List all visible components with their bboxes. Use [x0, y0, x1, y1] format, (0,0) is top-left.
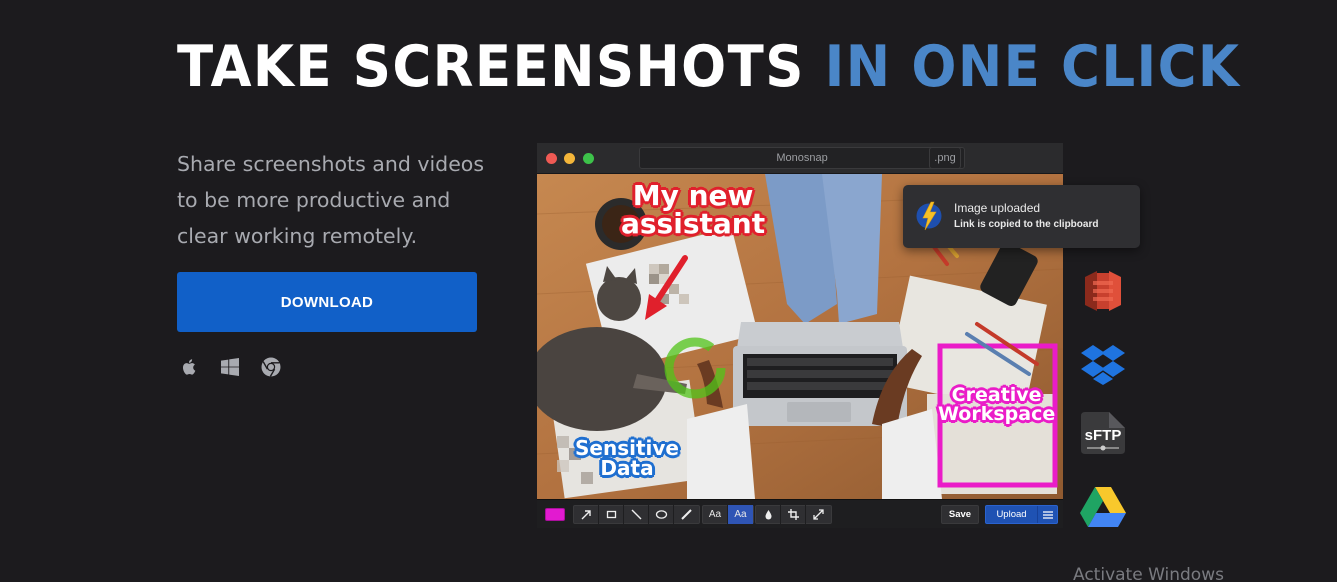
text-tools-group: Aa Aa — [702, 505, 754, 524]
headline-blue-part: IN ONE CLICK — [824, 34, 1241, 100]
upload-menu-icon[interactable] — [1037, 506, 1057, 523]
maximize-window-button[interactable] — [583, 153, 594, 164]
dropbox-icon[interactable] — [1079, 341, 1127, 389]
editor-toolbar: Aa Aa Save Upload — [537, 499, 1063, 528]
minimize-window-button[interactable] — [564, 153, 575, 164]
annotation-sensitive-data: Sensitive Data — [575, 436, 679, 480]
activate-windows-watermark: Activate Windows — [1073, 565, 1224, 582]
notification-title: Image uploaded — [954, 201, 1041, 215]
filename-field[interactable]: Monosnap — [639, 147, 965, 169]
blur-tool-icon[interactable] — [756, 505, 781, 524]
monosnap-lightning-icon — [916, 200, 942, 232]
sftp-label: sFTP — [1085, 427, 1122, 444]
ellipse-tool-icon[interactable] — [649, 505, 674, 524]
windows-icon[interactable] — [219, 356, 241, 378]
line-tool-icon[interactable] — [624, 505, 649, 524]
upload-label: Upload — [996, 509, 1027, 520]
window-titlebar: Monosnap .png — [537, 143, 1063, 174]
shape-tools-group — [573, 505, 700, 524]
text-tool[interactable]: Aa — [703, 505, 728, 524]
extra-tools-group — [755, 505, 832, 524]
resize-tool-icon[interactable] — [806, 505, 831, 524]
platform-icons — [178, 356, 282, 378]
save-button[interactable]: Save — [941, 505, 979, 524]
arrow-tool-icon[interactable] — [574, 505, 599, 524]
annotation-creative-workspace: Creative Workspace — [938, 384, 1056, 425]
notification-subtitle: Link is copied to the clipboard — [954, 219, 1099, 230]
extension-field[interactable]: .png — [929, 147, 961, 169]
page-headline: TAKE SCREENSHOTS IN ONE CLICK — [177, 34, 1240, 100]
amazon-s3-icon[interactable] — [1079, 267, 1127, 315]
tagline: Share screenshots and videos to be more … — [177, 152, 485, 248]
crop-tool-icon[interactable] — [781, 505, 806, 524]
headline-white-part: TAKE SCREENSHOTS — [177, 34, 825, 100]
upload-notification[interactable]: Image uploaded Link is copied to the cli… — [903, 185, 1140, 248]
close-window-button[interactable] — [546, 153, 557, 164]
color-picker[interactable] — [545, 508, 565, 521]
pen-tool-icon[interactable] — [674, 505, 699, 524]
apple-icon[interactable] — [178, 356, 200, 378]
chrome-icon[interactable] — [260, 356, 282, 378]
download-button[interactable]: DOWNLOAD — [177, 272, 477, 332]
sftp-icon[interactable]: sFTP — [1079, 410, 1127, 458]
text-background-tool[interactable]: Aa — [728, 505, 753, 524]
upload-button[interactable]: Upload — [985, 505, 1058, 524]
rectangle-tool-icon[interactable] — [599, 505, 624, 524]
annotation-my-new-assistant: My new assistant — [621, 179, 766, 240]
google-drive-icon[interactable] — [1079, 483, 1127, 531]
